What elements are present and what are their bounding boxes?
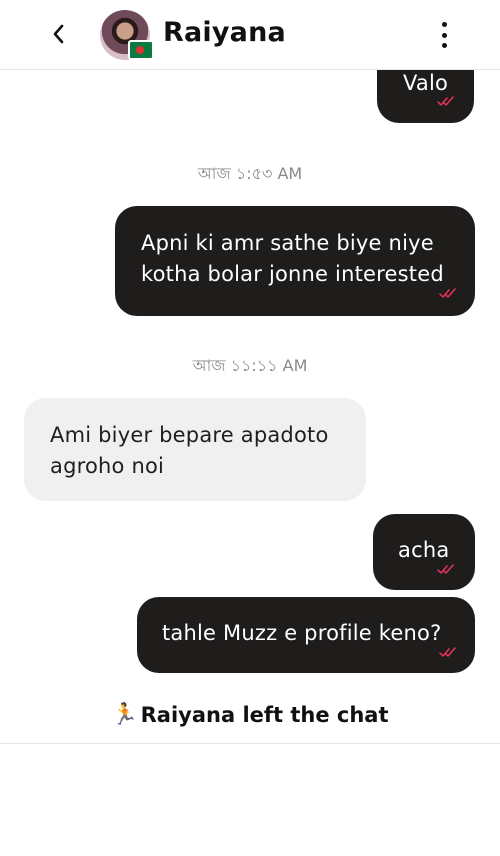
left-chat-notice: 🏃 Raiyana left the chat bbox=[0, 702, 500, 727]
timestamp: আজ ১১:১১ AM bbox=[192, 356, 308, 375]
running-person-icon: 🏃 bbox=[111, 702, 138, 726]
message-bubble-outgoing[interactable]: tahle Muzz e profile keno? bbox=[137, 597, 475, 673]
message-text: Valo bbox=[403, 71, 449, 95]
message-bubble-incoming[interactable]: Ami biyer bepare apadoto agroho noi bbox=[24, 398, 366, 501]
read-ticks-icon bbox=[439, 647, 456, 657]
message-text: acha bbox=[398, 538, 450, 562]
divider bbox=[0, 743, 500, 744]
read-ticks-icon bbox=[437, 564, 454, 574]
bangladesh-flag-icon bbox=[128, 40, 154, 60]
message-line: Apni ki amr sathe biye niye bbox=[141, 231, 434, 255]
message-bubble-outgoing[interactable]: Apni ki amr sathe biye niye kotha bolar … bbox=[115, 206, 475, 316]
message-text: tahle Muzz e profile keno? bbox=[162, 621, 442, 645]
message-line: kotha bolar jonne interested bbox=[141, 262, 444, 286]
back-button[interactable] bbox=[44, 20, 72, 48]
message-line: agroho noi bbox=[50, 454, 165, 478]
contact-name[interactable]: Raiyana bbox=[163, 17, 286, 48]
left-chat-text: Raiyana left the chat bbox=[140, 702, 389, 727]
message-bubble-outgoing[interactable]: acha bbox=[373, 514, 475, 590]
message-line: Ami biyer bepare apadoto bbox=[50, 423, 329, 447]
read-ticks-icon bbox=[437, 96, 454, 106]
more-options-icon[interactable] bbox=[430, 18, 458, 52]
chevron-left-icon bbox=[53, 24, 64, 44]
read-ticks-icon bbox=[439, 288, 456, 298]
chat-header: Raiyana bbox=[0, 0, 500, 70]
timestamp: আজ ১:৫৩ AM bbox=[197, 164, 303, 183]
